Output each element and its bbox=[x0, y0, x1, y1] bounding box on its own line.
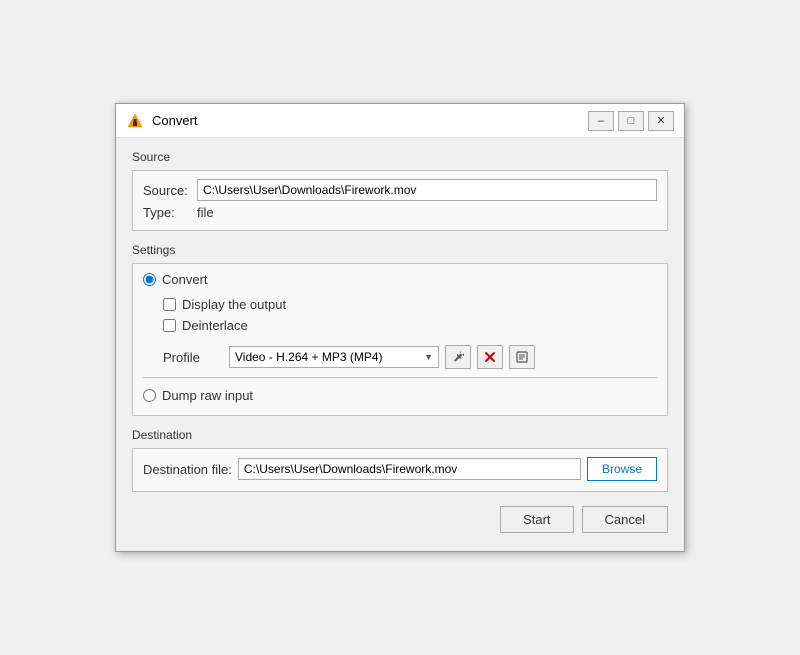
settings-divider bbox=[143, 377, 657, 378]
maximize-button[interactable]: □ bbox=[618, 111, 644, 131]
convert-dialog: Convert – □ ✕ Source Source: Type: file bbox=[115, 103, 685, 552]
deinterlace-label: Deinterlace bbox=[182, 318, 248, 333]
dialog-content: Source Source: Type: file Settings Conve bbox=[116, 138, 684, 551]
destination-section: Destination Destination file: Browse bbox=[132, 428, 668, 492]
settings-section: Settings Convert Display the output Dein… bbox=[132, 243, 668, 416]
profile-select-wrapper: Video - H.264 + MP3 (MP4) Video - H.265 … bbox=[229, 346, 439, 368]
settings-box: Convert Display the output Deinterlace P… bbox=[132, 263, 668, 416]
type-label: Type: bbox=[143, 205, 191, 220]
profile-select[interactable]: Video - H.264 + MP3 (MP4) Video - H.265 … bbox=[229, 346, 439, 368]
deinterlace-row: Deinterlace bbox=[163, 318, 657, 333]
wrench-icon bbox=[451, 350, 465, 364]
dump-raw-radio[interactable] bbox=[143, 389, 156, 402]
window-title: Convert bbox=[152, 113, 198, 128]
delete-icon bbox=[483, 350, 497, 364]
settings-section-label: Settings bbox=[132, 243, 668, 257]
type-row: Type: file bbox=[143, 205, 657, 220]
dump-raw-label: Dump raw input bbox=[162, 388, 253, 403]
source-section: Source Source: Type: file bbox=[132, 150, 668, 231]
footer-buttons: Start Cancel bbox=[132, 506, 668, 537]
deinterlace-checkbox[interactable] bbox=[163, 319, 176, 332]
profile-label: Profile bbox=[163, 350, 223, 365]
destination-box: Destination file: Browse bbox=[132, 448, 668, 492]
destination-input[interactable] bbox=[238, 458, 581, 480]
close-button[interactable]: ✕ bbox=[648, 111, 674, 131]
profile-delete-button[interactable] bbox=[477, 345, 503, 369]
display-output-checkbox[interactable] bbox=[163, 298, 176, 311]
convert-radio-row: Convert bbox=[143, 272, 657, 287]
profile-edit-button[interactable] bbox=[445, 345, 471, 369]
dump-raw-radio-row: Dump raw input bbox=[143, 388, 657, 403]
browse-button[interactable]: Browse bbox=[587, 457, 657, 481]
display-output-row: Display the output bbox=[163, 297, 657, 312]
destination-file-row: Destination file: Browse bbox=[143, 457, 657, 481]
source-file-row: Source: bbox=[143, 179, 657, 201]
title-bar: Convert – □ ✕ bbox=[116, 104, 684, 138]
destination-file-label: Destination file: bbox=[143, 462, 232, 477]
profile-new-button[interactable] bbox=[509, 345, 535, 369]
destination-section-label: Destination bbox=[132, 428, 668, 442]
minimize-button[interactable]: – bbox=[588, 111, 614, 131]
vlc-icon bbox=[126, 112, 144, 130]
convert-radio[interactable] bbox=[143, 273, 156, 286]
source-section-label: Source bbox=[132, 150, 668, 164]
display-output-label: Display the output bbox=[182, 297, 286, 312]
convert-radio-label: Convert bbox=[162, 272, 208, 287]
source-input[interactable] bbox=[197, 179, 657, 201]
type-value: file bbox=[197, 205, 214, 220]
title-bar-controls: – □ ✕ bbox=[588, 111, 674, 131]
start-button[interactable]: Start bbox=[500, 506, 573, 533]
source-box: Source: Type: file bbox=[132, 170, 668, 231]
list-icon bbox=[515, 350, 529, 364]
profile-row: Profile Video - H.264 + MP3 (MP4) Video … bbox=[163, 345, 657, 369]
cancel-button[interactable]: Cancel bbox=[582, 506, 668, 533]
source-label: Source: bbox=[143, 183, 191, 198]
title-bar-left: Convert bbox=[126, 112, 198, 130]
